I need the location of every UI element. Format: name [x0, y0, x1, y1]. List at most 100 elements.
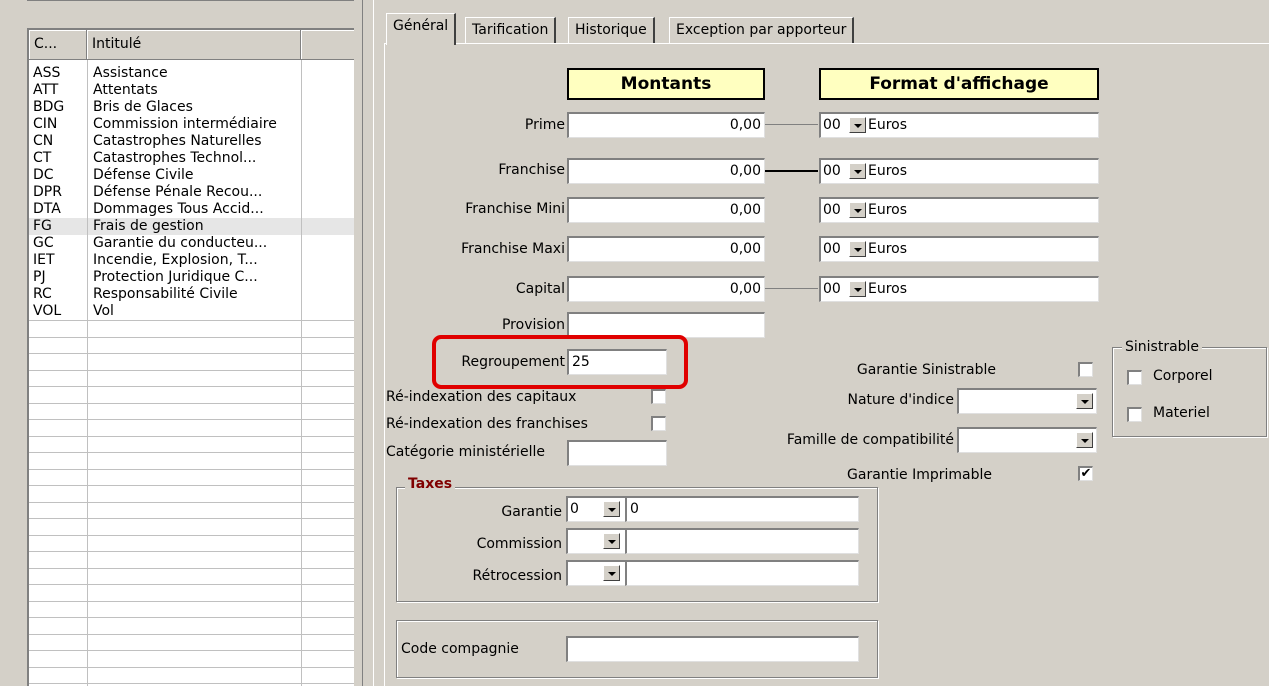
grid-line: [29, 403, 354, 404]
famille-compatibilite-select[interactable]: [957, 427, 1097, 453]
grid-line: [29, 683, 354, 684]
taxes-retrocession-dropdown[interactable]: [603, 565, 620, 581]
guarantee-list-panel: C... Intitulé ASS Assistance ATT Attentats B…: [0, 0, 370, 686]
grid-line: [29, 535, 354, 536]
capital-amount-field[interactable]: 0,00: [567, 276, 765, 302]
nature-indice-dropdown[interactable]: [1076, 393, 1093, 409]
famille-compatibilite-dropdown[interactable]: [1076, 432, 1093, 448]
franchise-maxi-format-dropdown[interactable]: [849, 241, 866, 257]
taxes-garantie-value-field[interactable]: 0: [625, 496, 859, 522]
list-item[interactable]: GC Garantie du conducteu...: [29, 235, 354, 252]
grid-line: [29, 650, 354, 651]
column-header-code[interactable]: C...: [29, 30, 87, 60]
prime-amount-field[interactable]: 0,00: [567, 112, 765, 138]
capital-format-unit: Euros: [868, 281, 908, 297]
list-item-label: Incendie, Explosion, T...: [93, 252, 258, 268]
franchise-label: Franchise: [498, 162, 565, 178]
capital-label: Capital: [515, 281, 565, 297]
capital-format-dropdown[interactable]: [849, 281, 866, 297]
franchise-maxi-format-field[interactable]: 00 Euros: [819, 236, 1099, 262]
nature-indice-select[interactable]: [957, 388, 1097, 414]
list-item-code: DTA: [33, 201, 61, 217]
list-item[interactable]: RC Responsabilité Civile: [29, 286, 354, 303]
taxes-commission-label: Commission: [476, 536, 562, 552]
list-item[interactable]: CIN Commission intermédiaire: [29, 116, 354, 133]
list-item[interactable]: DC Défense Civile: [29, 167, 354, 184]
sinistrable-group-title: Sinistrable: [1122, 339, 1203, 355]
list-item[interactable]: ASS Assistance: [29, 65, 354, 82]
grid-line: [29, 452, 354, 453]
list-item-label: Dommages Tous Accid...: [93, 201, 264, 217]
tab-tarification[interactable]: Tarification: [465, 17, 557, 43]
taxes-commission-value-field[interactable]: [625, 528, 859, 554]
list-item-code: RC: [33, 286, 52, 302]
guarantee-list[interactable]: C... Intitulé ASS Assistance ATT Attentats B…: [27, 28, 354, 686]
taxes-retrocession-value-field[interactable]: [625, 560, 859, 586]
list-item[interactable]: IET Incendie, Explosion, T...: [29, 252, 354, 269]
prime-format-field[interactable]: 00 Euros: [819, 112, 1099, 138]
garantie-sinistrable-checkbox[interactable]: [1078, 362, 1093, 377]
list-item-code: ATT: [33, 82, 59, 98]
taxes-garantie-code-select[interactable]: 0: [566, 496, 626, 522]
list-item-code: ASS: [33, 65, 61, 81]
column-header-extra[interactable]: [301, 30, 354, 60]
reindex-capitaux-checkbox[interactable]: [651, 389, 666, 404]
code-compagnie-field[interactable]: [566, 636, 859, 662]
grid-line: [29, 370, 354, 371]
prime-format-dropdown[interactable]: [849, 117, 866, 133]
taxes-commission-code-select[interactable]: [566, 528, 626, 554]
franchise-maxi-amount-field[interactable]: 0,00: [567, 236, 765, 262]
franchise-amount-field[interactable]: 0,00: [567, 158, 765, 184]
grid-line: [29, 485, 354, 486]
list-item[interactable]: CT Catastrophes Technol...: [29, 150, 354, 167]
reindex-franchises-checkbox[interactable]: [651, 416, 666, 431]
list-item-code: BDG: [33, 99, 65, 115]
tab-historique[interactable]: Historique: [568, 17, 655, 43]
capital-connector: [765, 288, 818, 289]
list-item-code: PJ: [33, 269, 46, 285]
list-item[interactable]: FG Frais de gestion: [29, 218, 354, 235]
list-item-code: VOL: [33, 303, 62, 319]
franchise-mini-format-field[interactable]: 00 Euros: [819, 197, 1099, 223]
list-item-code: CN: [33, 133, 54, 149]
list-item[interactable]: BDG Bris de Glaces: [29, 99, 354, 116]
franchise-format-field[interactable]: 00 Euros: [819, 158, 1099, 184]
list-item-label: Attentats: [93, 82, 158, 98]
taxes-commission-dropdown[interactable]: [603, 533, 620, 549]
grid-line: [29, 551, 354, 552]
list-item[interactable]: PJ Protection Juridique C...: [29, 269, 354, 286]
tab-exception-par-apporteur[interactable]: Exception par apporteur: [669, 17, 855, 43]
categorie-ministerielle-field[interactable]: [567, 440, 667, 466]
taxes-garantie-label: Garantie: [501, 504, 562, 520]
franchise-format-code: 00: [823, 163, 841, 179]
list-item-label: Vol: [93, 303, 114, 319]
column-header-label[interactable]: Intitulé: [87, 30, 301, 60]
list-item[interactable]: ATT Attentats: [29, 82, 354, 99]
materiel-label: Materiel: [1153, 405, 1210, 421]
grid-line: [29, 601, 354, 602]
list-item-code: CIN: [33, 116, 58, 132]
famille-compatibilite-label: Famille de compatibilité: [786, 432, 954, 448]
grid-line: [29, 337, 354, 338]
display-format-header: Format d'affichage: [819, 68, 1099, 100]
tab-general[interactable]: Général: [386, 13, 457, 45]
franchise-maxi-label: Franchise Maxi: [461, 241, 565, 257]
garantie-imprimable-checkbox[interactable]: ✔: [1078, 466, 1093, 481]
taxes-garantie-dropdown[interactable]: [603, 501, 620, 517]
list-item-code: FG: [33, 218, 52, 234]
franchise-mini-format-dropdown[interactable]: [849, 202, 866, 218]
corporel-checkbox[interactable]: [1127, 370, 1142, 385]
list-item[interactable]: DTA Dommages Tous Accid...: [29, 201, 354, 218]
materiel-checkbox[interactable]: [1127, 407, 1142, 422]
splitter-handle[interactable]: [362, 0, 374, 686]
list-item-code: CT: [33, 150, 52, 166]
franchise-format-dropdown[interactable]: [849, 163, 866, 179]
franchise-mini-amount-field[interactable]: 0,00: [567, 197, 765, 223]
list-item-code: DC: [33, 167, 54, 183]
list-item[interactable]: DPR Défense Pénale Recou...: [29, 184, 354, 201]
taxes-group-title: Taxes: [405, 476, 456, 492]
list-item[interactable]: VOL Vol: [29, 303, 354, 320]
capital-format-field[interactable]: 00 Euros: [819, 276, 1099, 302]
list-item[interactable]: CN Catastrophes Naturelles: [29, 133, 354, 150]
taxes-retrocession-code-select[interactable]: [566, 560, 626, 586]
